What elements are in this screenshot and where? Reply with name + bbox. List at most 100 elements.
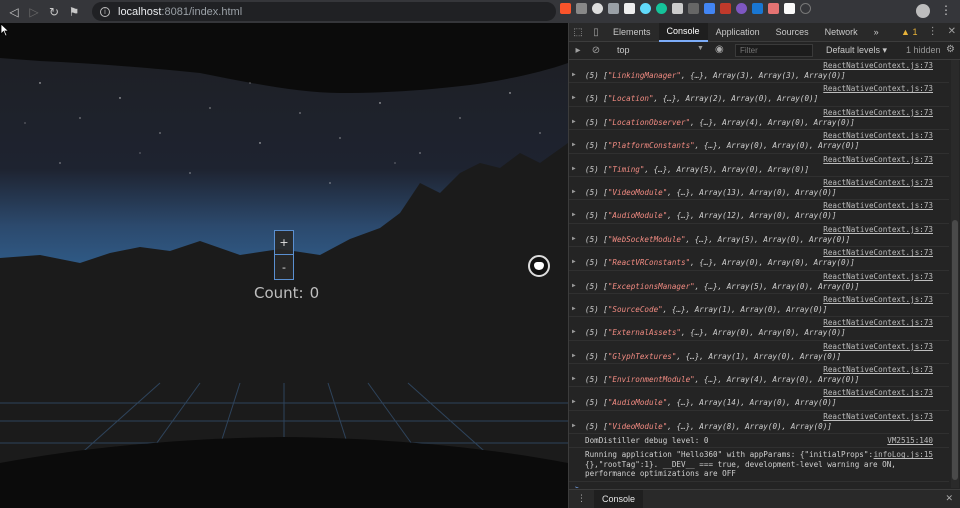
gear-icon[interactable]: ⚙ bbox=[946, 44, 955, 55]
log-source-link[interactable]: ReactNativeContext.js:73 bbox=[823, 84, 933, 93]
device-toolbar-icon[interactable]: ▯ bbox=[587, 23, 605, 42]
shield-ext-icon[interactable] bbox=[608, 3, 619, 14]
log-source-link[interactable]: ReactNativeContext.js:73 bbox=[823, 61, 933, 70]
distiller-source-link[interactable]: VM2515:140 bbox=[887, 436, 933, 445]
inspect-element-icon[interactable]: ⬚ bbox=[569, 23, 587, 42]
log-source-link[interactable]: ReactNativeContext.js:73 bbox=[823, 248, 933, 257]
console-log-entry[interactable]: ReactNativeContext.js:73 ▶ (5) ["Location"… bbox=[569, 83, 949, 107]
console-output[interactable]: ReactNativeContext.js:73 ▶ (5) ["LinkingMa… bbox=[569, 60, 949, 488]
eye-icon[interactable]: ◉ bbox=[715, 44, 724, 55]
id-ext-icon[interactable] bbox=[752, 3, 763, 14]
log-source-link[interactable]: ReactNativeContext.js:73 bbox=[823, 201, 933, 210]
log-source-link[interactable]: ReactNativeContext.js:73 bbox=[823, 318, 933, 327]
expand-arrow-icon[interactable]: ▶ bbox=[572, 398, 576, 405]
levels-dropdown[interactable]: Default levels ▾ bbox=[826, 45, 887, 56]
console-log-entry[interactable]: ReactNativeContext.js:73 ▶ (5) ["AudioModu… bbox=[569, 387, 949, 411]
scrollbar-thumb[interactable] bbox=[952, 220, 958, 480]
tab-console[interactable]: Console bbox=[658, 22, 708, 42]
close-devtools-icon[interactable]: ✕ bbox=[948, 26, 956, 37]
drawer-menu-icon[interactable]: ⋮ bbox=[569, 494, 594, 504]
sigma-ext-icon[interactable] bbox=[688, 3, 699, 14]
console-log-entry[interactable]: ReactNativeContext.js:73 ▶ (5) ["PlatformC… bbox=[569, 130, 949, 154]
tab-sources[interactable]: Sources bbox=[768, 23, 817, 42]
console-log-entry[interactable]: ReactNativeContext.js:73 ▶ (5) ["LocationO… bbox=[569, 107, 949, 131]
console-log-entry[interactable]: ReactNativeContext.js:73 ▶ (5) ["VideoModu… bbox=[569, 177, 949, 201]
clear-console-icon[interactable]: ⊘ bbox=[587, 41, 605, 60]
drawer-tab-console[interactable]: Console bbox=[594, 490, 644, 508]
address-bar[interactable]: i localhost:8081/index.html bbox=[92, 2, 556, 21]
console-log-entry[interactable]: ReactNativeContext.js:73 ▶ (5) ["LinkingMa… bbox=[569, 60, 949, 84]
decrement-button[interactable]: - bbox=[275, 255, 293, 279]
console-log-entry[interactable]: ReactNativeContext.js:73 ▶ (5) ["Exception… bbox=[569, 271, 949, 294]
profile-avatar[interactable] bbox=[916, 4, 930, 18]
reload-icon[interactable]: ↻ bbox=[44, 0, 64, 23]
notion-ext-icon[interactable] bbox=[624, 3, 635, 14]
log-source-link[interactable]: ReactNativeContext.js:73 bbox=[823, 178, 933, 187]
grammarly-ext-icon[interactable] bbox=[656, 3, 667, 14]
log-source-link[interactable]: ReactNativeContext.js:73 bbox=[823, 295, 933, 304]
vr-headset-button[interactable] bbox=[528, 255, 550, 277]
site-info-icon[interactable]: i bbox=[100, 6, 110, 17]
filter-input[interactable] bbox=[735, 44, 813, 57]
tab-network[interactable]: Network bbox=[817, 23, 866, 42]
console-prompt[interactable]: > bbox=[569, 482, 949, 488]
browser-menu-icon[interactable]: ⋮ bbox=[940, 3, 952, 17]
console-log-entry[interactable]: ReactNativeContext.js:73 ▶ (5) ["GlyphText… bbox=[569, 341, 949, 365]
loading-ext-icon[interactable] bbox=[800, 3, 811, 14]
translate-ext-icon[interactable] bbox=[704, 3, 715, 14]
running-source-link[interactable]: infoLog.js:15 bbox=[874, 450, 933, 460]
expand-arrow-icon[interactable]: ▶ bbox=[572, 375, 576, 382]
wallet-ext-icon[interactable] bbox=[768, 3, 779, 14]
sidebar-toggle-icon[interactable]: ▸ bbox=[569, 41, 587, 60]
log-source-link[interactable]: ReactNativeContext.js:73 bbox=[823, 108, 933, 117]
log-source-link[interactable]: ReactNativeContext.js:73 bbox=[823, 388, 933, 397]
console-log-entry[interactable]: ReactNativeContext.js:73 ▶ (5) ["VideoModu… bbox=[569, 411, 949, 435]
chevron-down-icon[interactable]: ▼ bbox=[697, 45, 704, 52]
log-source-link[interactable]: ReactNativeContext.js:73 bbox=[823, 365, 933, 374]
expand-arrow-icon[interactable]: ▶ bbox=[572, 141, 576, 148]
expand-arrow-icon[interactable]: ▶ bbox=[572, 188, 576, 195]
expand-arrow-icon[interactable]: ▶ bbox=[572, 165, 576, 172]
bookmark-icon[interactable]: ⚑ bbox=[64, 0, 84, 23]
expand-arrow-icon[interactable]: ▶ bbox=[572, 422, 576, 429]
forward-icon[interactable]: ▷ bbox=[24, 0, 44, 23]
log-source-link[interactable]: ReactNativeContext.js:73 bbox=[823, 225, 933, 234]
console-log-entry[interactable]: ReactNativeContext.js:73 ▶ (5) ["ExternalA… bbox=[569, 317, 949, 341]
console-scrollbar[interactable] bbox=[951, 60, 959, 488]
expand-arrow-icon[interactable]: ▶ bbox=[572, 118, 576, 125]
console-log-entry[interactable]: ReactNativeContext.js:73 ▶ (5) ["AudioModu… bbox=[569, 200, 949, 224]
log-source-link[interactable]: ReactNativeContext.js:73 bbox=[823, 342, 933, 351]
expand-arrow-icon[interactable]: ▶ bbox=[572, 328, 576, 335]
console-log-entry[interactable]: ReactNativeContext.js:73 ▶ (5) ["Timing", … bbox=[569, 154, 949, 177]
console-log-entry[interactable]: ReactNativeContext.js:73 ▶ (5) ["WebSocket… bbox=[569, 224, 949, 248]
log-source-link[interactable]: ReactNativeContext.js:73 bbox=[823, 412, 933, 421]
console-log-entry[interactable]: ReactNativeContext.js:73 ▶ (5) ["Environme… bbox=[569, 364, 949, 388]
tab-elements[interactable]: Elements bbox=[605, 23, 659, 42]
console-log-entry[interactable]: ReactNativeContext.js:73 ▶ (5) ["SourceCod… bbox=[569, 294, 949, 318]
console-log-entry[interactable]: ReactNativeContext.js:73 ▶ (5) ["ReactVRCo… bbox=[569, 247, 949, 271]
warning-badge[interactable]: ▲ 1 bbox=[901, 27, 917, 37]
expand-arrow-icon[interactable]: ▶ bbox=[572, 235, 576, 242]
close-drawer-icon[interactable]: ✕ bbox=[945, 494, 953, 504]
expand-arrow-icon[interactable]: ▶ bbox=[572, 258, 576, 265]
expand-arrow-icon[interactable]: ▶ bbox=[572, 282, 576, 289]
log-source-link[interactable]: ReactNativeContext.js:73 bbox=[823, 131, 933, 140]
expand-arrow-icon[interactable]: ▶ bbox=[572, 305, 576, 312]
tab-application[interactable]: Application bbox=[708, 23, 768, 42]
back-icon[interactable]: ◁ bbox=[4, 0, 24, 23]
m-ext-icon[interactable] bbox=[672, 3, 683, 14]
brave-icon[interactable] bbox=[560, 3, 571, 14]
ublock-ext-icon[interactable] bbox=[720, 3, 731, 14]
circle-ext-icon[interactable] bbox=[592, 3, 603, 14]
devtools-menu-icon[interactable]: ⋮ bbox=[928, 26, 938, 37]
log-source-link[interactable]: ReactNativeContext.js:73 bbox=[823, 272, 933, 281]
vr-viewport[interactable]: + - Count: 0 bbox=[0, 23, 568, 508]
log-source-link[interactable]: ReactNativeContext.js:73 bbox=[823, 155, 933, 164]
purple-ext-icon[interactable] bbox=[736, 3, 747, 14]
react-ext-icon[interactable] bbox=[640, 3, 651, 14]
more-tabs-button[interactable]: » bbox=[866, 23, 887, 42]
expand-arrow-icon[interactable]: ▶ bbox=[572, 94, 576, 101]
expand-arrow-icon[interactable]: ▶ bbox=[572, 71, 576, 78]
increment-button[interactable]: + bbox=[275, 231, 293, 255]
triangle-ext-icon[interactable] bbox=[576, 3, 587, 14]
